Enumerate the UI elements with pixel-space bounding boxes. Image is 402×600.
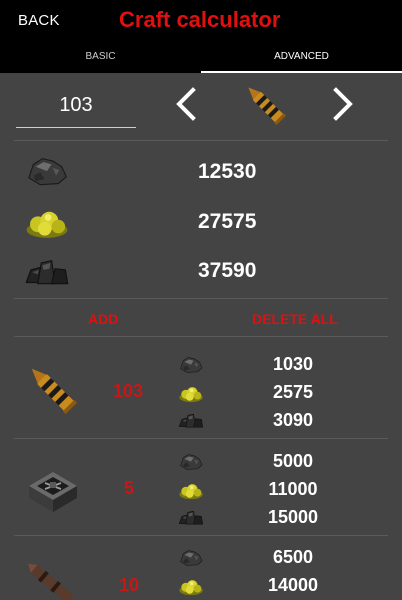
cost-coal-ore: 5000	[272, 451, 314, 471]
divider	[14, 535, 388, 536]
divider	[14, 336, 388, 337]
sulfur-icon	[178, 480, 204, 500]
coal-ore-icon	[178, 451, 204, 471]
tab-advanced[interactable]: ADVANCED	[201, 44, 402, 73]
chevron-right-icon[interactable]	[328, 86, 358, 122]
sulfur-icon	[178, 383, 204, 403]
cost-charcoal: 15000	[267, 507, 319, 527]
charcoal-icon	[24, 253, 70, 289]
back-button[interactable]: BACK	[18, 12, 60, 29]
coal-ore-icon	[24, 153, 70, 187]
total-coal-ore: 12530	[198, 160, 257, 183]
divider	[14, 298, 388, 299]
cost-sulfur: 14000	[267, 575, 319, 595]
explosive-charge-icon	[22, 458, 84, 518]
chevron-left-icon[interactable]	[171, 86, 201, 122]
craft-count: 103	[113, 381, 144, 401]
tab-active-indicator	[201, 71, 402, 73]
page-title: Craft calculator	[119, 7, 281, 32]
rocket-icon	[20, 553, 82, 600]
sulfur-icon	[24, 205, 70, 239]
coal-ore-icon	[178, 354, 204, 374]
charcoal-icon	[178, 410, 204, 430]
coal-ore-icon	[178, 547, 204, 567]
cost-sulfur: 2575	[272, 382, 314, 402]
sulfur-icon	[178, 576, 204, 596]
app-header: BACK Craft calculator BASIC ADVANCED	[0, 0, 402, 73]
total-charcoal: 37590	[198, 259, 257, 282]
craft-count: 5	[124, 478, 135, 498]
divider	[14, 438, 388, 439]
add-button[interactable]: ADD	[88, 311, 118, 327]
cost-sulfur: 11000	[268, 479, 318, 499]
ammo-cartridge-icon[interactable]	[240, 80, 292, 130]
cost-charcoal: 3090	[272, 410, 314, 430]
ammo-cartridge-icon	[22, 360, 84, 420]
quantity-input[interactable]	[16, 84, 136, 128]
charcoal-icon	[178, 507, 204, 527]
tab-basic[interactable]: BASIC	[0, 44, 201, 73]
delete-all-button[interactable]: DELETE ALL	[252, 311, 338, 327]
total-sulfur: 27575	[198, 210, 257, 233]
cost-coal-ore: 6500	[272, 547, 314, 567]
cost-coal-ore: 1030	[272, 354, 314, 374]
divider	[14, 140, 388, 141]
craft-count: 10	[119, 575, 140, 595]
